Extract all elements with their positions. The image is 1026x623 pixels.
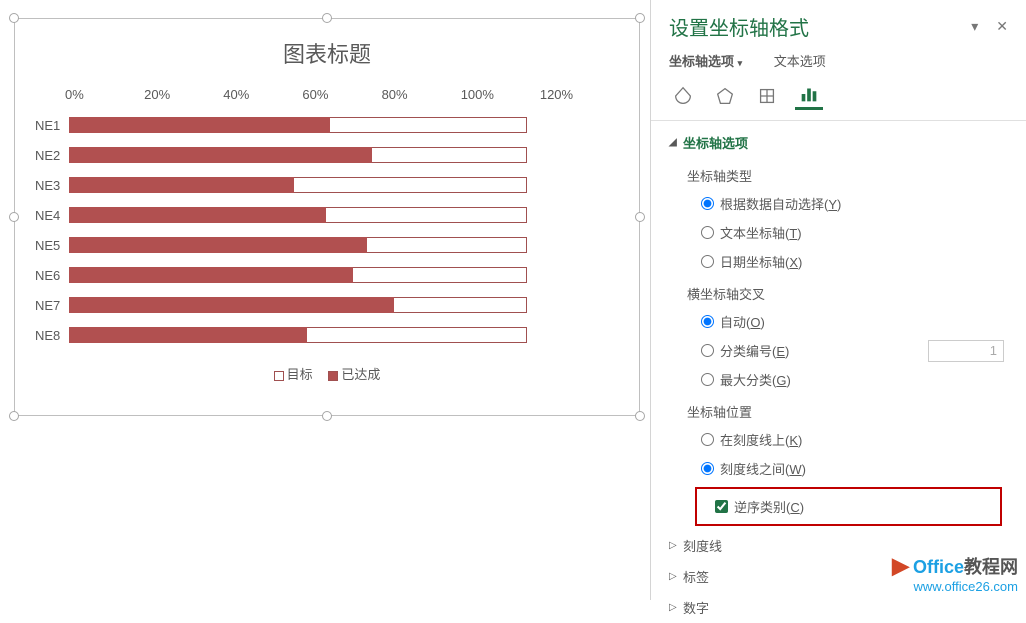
tab-text-options[interactable]: 文本选项: [774, 54, 826, 69]
x-axis[interactable]: 0% 20% 40% 60% 80% 100% 120%: [15, 87, 639, 102]
category-label: NE7: [35, 298, 65, 313]
bar-actual[interactable]: [69, 117, 330, 133]
bar-actual[interactable]: [69, 267, 353, 283]
radio-position-between[interactable]: 刻度线之间(W): [687, 454, 1008, 483]
effects-icon[interactable]: [711, 82, 739, 110]
checkbox-reverse-categories[interactable]: 逆序类别(C): [701, 491, 996, 522]
radio-axis-auto[interactable]: 根据数据自动选择(Y): [687, 189, 1008, 218]
radio-axis-text[interactable]: 文本坐标轴(T): [687, 218, 1008, 247]
bar-actual[interactable]: [69, 207, 326, 223]
panel-dropdown-icon[interactable]: ▾: [971, 18, 978, 35]
bar-actual[interactable]: [69, 147, 372, 163]
chevron-right-icon: ▷: [669, 571, 683, 582]
resize-handle[interactable]: [635, 13, 645, 23]
bar-actual[interactable]: [69, 297, 394, 313]
axis-tick: 120%: [540, 87, 619, 102]
chart-legend[interactable]: 目标 已达成: [15, 364, 639, 383]
radio-cross-auto[interactable]: 自动(O): [687, 307, 1008, 336]
resize-handle[interactable]: [9, 411, 19, 421]
section-numbers[interactable]: ▷数字: [669, 592, 1008, 623]
radio-axis-date[interactable]: 日期坐标轴(X): [687, 247, 1008, 276]
radio-position-on[interactable]: 在刻度线上(K): [687, 425, 1008, 454]
bar-row[interactable]: NE2: [35, 140, 619, 170]
fill-icon[interactable]: [669, 82, 697, 110]
chevron-right-icon: ▷: [669, 602, 683, 613]
axis-tick: 40%: [223, 87, 302, 102]
radio-cross-max[interactable]: 最大分类(G): [687, 365, 1008, 394]
chart-object[interactable]: 图表标题 0% 20% 40% 60% 80% 100% 120% NE1 NE2…: [14, 18, 640, 416]
plot-area[interactable]: NE1 NE2 NE3 NE4 NE5 NE6 NE7 NE8: [15, 110, 639, 350]
tab-axis-options[interactable]: 坐标轴选项 ▾: [669, 54, 756, 69]
chart-icon[interactable]: [795, 82, 823, 110]
chart-area[interactable]: 图表标题 0% 20% 40% 60% 80% 100% 120% NE1 NE2…: [14, 18, 640, 416]
resize-handle[interactable]: [9, 212, 19, 222]
category-label: NE1: [35, 118, 65, 133]
chevron-down-icon: ◢: [669, 137, 683, 148]
bar-row[interactable]: NE8: [35, 320, 619, 350]
axis-tick: 20%: [144, 87, 223, 102]
radio-cross-category[interactable]: 分类编号(E): [687, 336, 789, 365]
axis-type-label: 坐标轴类型: [687, 166, 1008, 185]
chart-title[interactable]: 图表标题: [15, 19, 639, 69]
bar-row[interactable]: NE3: [35, 170, 619, 200]
close-icon[interactable]: ✕: [996, 18, 1008, 35]
bar-row[interactable]: NE4: [35, 200, 619, 230]
format-axis-panel: 设置坐标轴格式 ▾ ✕ 坐标轴选项 ▾ 文本选项 ◢ 坐标轴选项 坐标轴类型 根…: [650, 0, 1026, 600]
chevron-right-icon: ▷: [669, 540, 683, 551]
bar-row[interactable]: NE6: [35, 260, 619, 290]
category-label: NE5: [35, 238, 65, 253]
bar-row[interactable]: NE7: [35, 290, 619, 320]
position-label: 坐标轴位置: [687, 402, 1008, 421]
bar-actual[interactable]: [69, 327, 307, 343]
category-label: NE2: [35, 148, 65, 163]
bar-row[interactable]: NE5: [35, 230, 619, 260]
axis-tick: 100%: [461, 87, 540, 102]
bar-row[interactable]: NE1: [35, 110, 619, 140]
category-number-input[interactable]: [928, 340, 1004, 362]
resize-handle[interactable]: [9, 13, 19, 23]
logo-icon: ▶: [892, 553, 909, 579]
axis-tick: 60%: [302, 87, 381, 102]
legend-item-target[interactable]: 目标: [274, 367, 313, 382]
size-icon[interactable]: [753, 82, 781, 110]
panel-title: 设置坐标轴格式: [669, 12, 809, 41]
resize-handle[interactable]: [322, 13, 332, 23]
cross-label: 横坐标轴交叉: [687, 284, 1008, 303]
bar-actual[interactable]: [69, 177, 294, 193]
resize-handle[interactable]: [635, 411, 645, 421]
watermark: ▶ Office教程网 www.office26.com: [892, 553, 1018, 594]
axis-tick: 80%: [382, 87, 461, 102]
legend-item-actual[interactable]: 已达成: [328, 367, 380, 382]
axis-tick: 0%: [65, 87, 144, 102]
highlight-reverse: 逆序类别(C): [695, 487, 1002, 526]
resize-handle[interactable]: [322, 411, 332, 421]
category-label: NE6: [35, 268, 65, 283]
bar-actual[interactable]: [69, 237, 367, 253]
category-label: NE3: [35, 178, 65, 193]
category-label: NE4: [35, 208, 65, 223]
section-axis-options[interactable]: ◢ 坐标轴选项: [669, 127, 1008, 158]
category-label: NE8: [35, 328, 65, 343]
resize-handle[interactable]: [635, 212, 645, 222]
